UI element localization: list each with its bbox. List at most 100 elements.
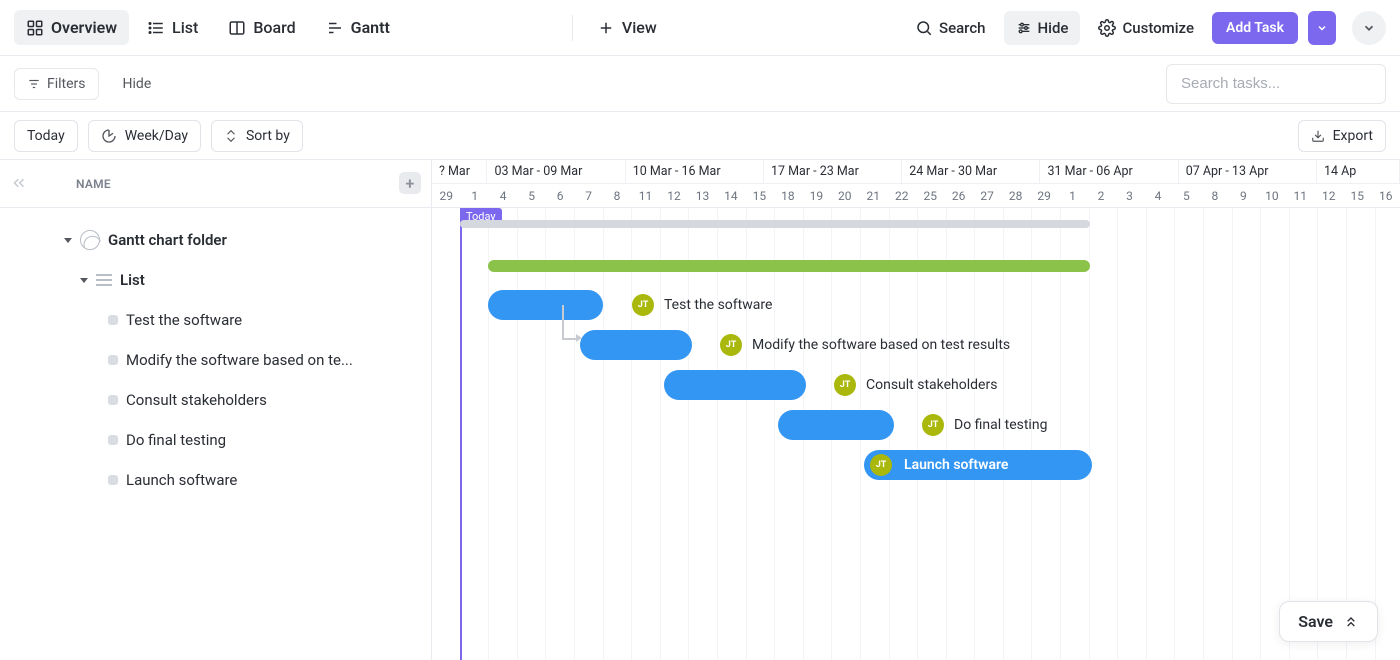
tab-board-label: Board — [253, 18, 295, 37]
tree-task-row[interactable]: Modify the software based on te... — [0, 340, 431, 380]
tab-gantt[interactable]: Gantt — [314, 10, 560, 45]
day-header-cell: 18 — [774, 184, 802, 207]
sort-icon — [224, 129, 238, 143]
customize-button[interactable]: Customize — [1086, 11, 1206, 45]
tree-header: NAME + — [0, 160, 431, 208]
gantt-task-bar[interactable] — [488, 290, 603, 320]
list-icon — [147, 19, 165, 37]
plus-icon — [597, 19, 615, 37]
today-button[interactable]: Today — [14, 120, 78, 152]
status-dot-icon — [108, 435, 118, 445]
day-header-cell: 8 — [1201, 184, 1229, 207]
hide-label: Hide — [1038, 19, 1069, 37]
gantt-day-header: 2914567811121314151819202122252627282912… — [432, 184, 1400, 208]
add-view-label: View — [622, 18, 657, 37]
task-tree: Gantt chart folder List Test the softwar… — [0, 208, 431, 500]
add-task-button[interactable]: Add Task — [1212, 12, 1298, 44]
day-header-cell: 11 — [631, 184, 659, 207]
search-icon — [915, 19, 933, 37]
tree-task-row[interactable]: Test the software — [0, 300, 431, 340]
list-label: List — [120, 271, 145, 289]
week-header-cell: 31 Mar - 06 Apr — [1040, 160, 1178, 183]
gantt-chart[interactable]: ? Mar03 Mar - 09 Mar10 Mar - 16 Mar17 Ma… — [432, 160, 1400, 660]
day-header-cell: 6 — [546, 184, 574, 207]
tree-task-row[interactable]: Consult stakeholders — [0, 380, 431, 420]
gantt-icon — [326, 19, 344, 37]
week-header-cell: 14 Ap — [1317, 160, 1400, 183]
add-column-button[interactable]: + — [399, 172, 421, 194]
search-label: Search — [939, 19, 986, 37]
task-search-box[interactable] — [1166, 64, 1386, 104]
name-column-header: NAME — [76, 177, 111, 191]
caret-down-icon — [80, 278, 88, 283]
day-header-cell: 11 — [1286, 184, 1314, 207]
assignee-avatar[interactable]: JT — [834, 374, 856, 396]
collapsed-summary-bar[interactable] — [460, 220, 1090, 228]
day-header-cell: 8 — [603, 184, 631, 207]
day-header-cell: 19 — [802, 184, 830, 207]
add-view[interactable]: View — [585, 10, 669, 45]
day-header-cell: 2 — [1087, 184, 1115, 207]
gauge-icon — [101, 128, 117, 144]
collapse-pane-icon[interactable] — [10, 174, 28, 195]
range-selector[interactable]: Week/Day — [88, 120, 201, 152]
task-label: Consult stakeholders — [126, 391, 267, 409]
tab-overview[interactable]: Overview — [14, 10, 129, 45]
status-dot-icon — [108, 355, 118, 365]
status-dot-icon — [108, 475, 118, 485]
tab-list[interactable]: List — [135, 10, 210, 45]
tree-task-row[interactable]: Do final testing — [0, 420, 431, 460]
gantt-task-label: JT Modify the software based on test res… — [720, 334, 1010, 356]
gantt-task-bar[interactable] — [580, 330, 692, 360]
day-header-cell: 28 — [1001, 184, 1029, 207]
gantt-task-bar[interactable] — [664, 370, 806, 400]
gantt-controls: Today Week/Day Sort by Export — [0, 112, 1400, 160]
add-task-dropdown[interactable] — [1308, 11, 1336, 45]
gantt-task-bar[interactable]: JT Launch software — [864, 450, 1092, 480]
status-dot-icon — [108, 315, 118, 325]
task-label: Modify the software based on te... — [126, 351, 353, 369]
more-menu-button[interactable] — [1352, 11, 1386, 45]
task-label: Test the software — [126, 311, 242, 329]
add-task-label: Add Task — [1226, 20, 1284, 36]
assignee-avatar[interactable]: JT — [922, 414, 944, 436]
grid-icon — [26, 19, 44, 37]
gantt-body[interactable]: Today JT Test the software JT Modify the… — [432, 208, 1400, 660]
export-button[interactable]: Export — [1298, 120, 1386, 152]
day-header-cell: 27 — [973, 184, 1001, 207]
tab-board[interactable]: Board — [216, 10, 307, 45]
day-header-cell: 26 — [944, 184, 972, 207]
day-header-cell: 29 — [432, 184, 460, 207]
assignee-avatar[interactable]: JT — [632, 294, 654, 316]
tab-list-label: List — [172, 18, 198, 37]
top-toolbar: Overview List Board Gantt View Search Hi… — [0, 0, 1400, 56]
gantt-task-bar[interactable] — [778, 410, 894, 440]
week-header-cell: 24 Mar - 30 Mar — [902, 160, 1040, 183]
tree-folder-row[interactable]: Gantt chart folder — [0, 220, 431, 260]
week-header-cell: ? Mar — [432, 160, 487, 183]
group-summary-bar[interactable] — [488, 260, 1090, 272]
sub-toolbar: Filters Hide — [0, 56, 1400, 112]
day-header-cell: 15 — [1343, 184, 1371, 207]
tree-list-row[interactable]: List — [0, 260, 431, 300]
search-button[interactable]: Search — [903, 11, 998, 45]
sort-button[interactable]: Sort by — [211, 120, 303, 152]
day-header-cell: 14 — [717, 184, 745, 207]
save-button[interactable]: Save — [1279, 601, 1378, 642]
day-header-cell: 5 — [1172, 184, 1200, 207]
tree-task-row[interactable]: Launch software — [0, 460, 431, 500]
filters-button[interactable]: Filters — [14, 68, 99, 100]
tab-overview-label: Overview — [51, 18, 117, 37]
assignee-avatar[interactable]: JT — [720, 334, 742, 356]
day-header-cell: 13 — [688, 184, 716, 207]
chevron-down-icon — [1362, 21, 1376, 35]
hide-button[interactable]: Hide — [1004, 11, 1081, 45]
task-search-input[interactable] — [1181, 75, 1371, 92]
assignee-avatar[interactable]: JT — [870, 454, 892, 476]
list-icon — [96, 274, 112, 286]
hide-toggle[interactable]: Hide — [111, 69, 164, 99]
today-label: Today — [27, 128, 65, 144]
day-header-cell: 9 — [1229, 184, 1257, 207]
day-header-cell: 20 — [831, 184, 859, 207]
day-header-cell: 25 — [916, 184, 944, 207]
